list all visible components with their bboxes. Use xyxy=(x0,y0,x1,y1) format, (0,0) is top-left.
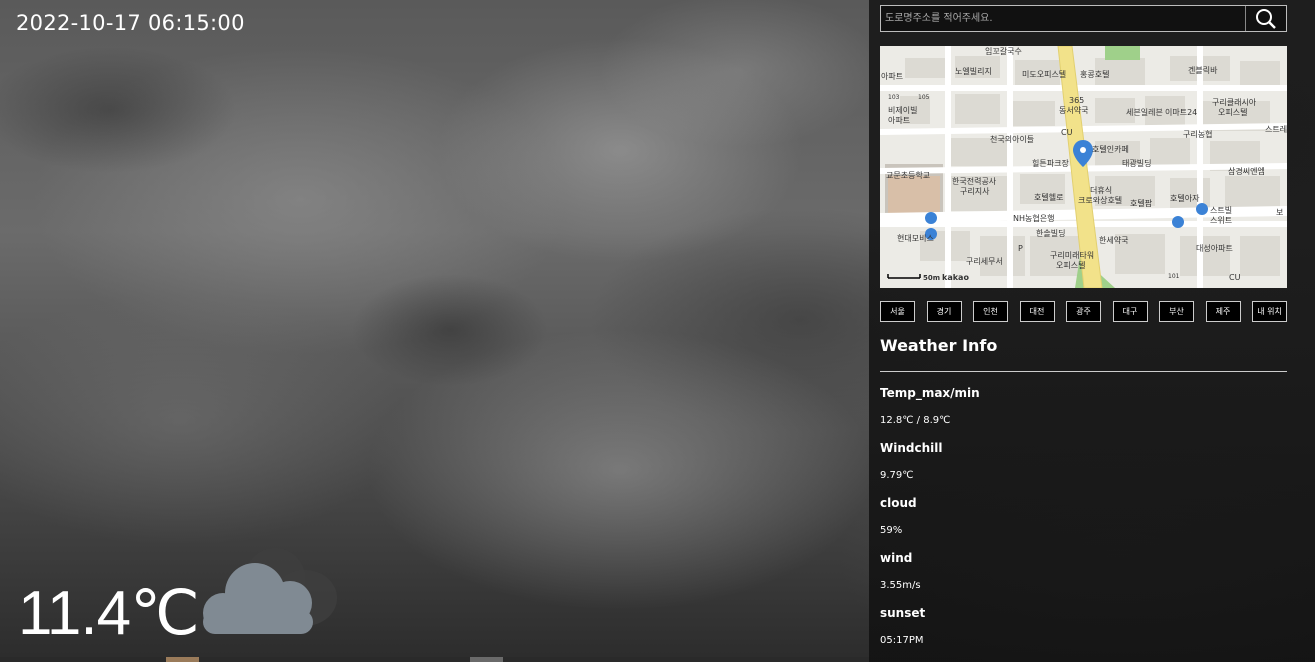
map-label: 힐튼파크장 xyxy=(1032,159,1069,168)
map-label: 홍콩호텔 xyxy=(1080,70,1110,79)
windchill-label: Windchill xyxy=(880,441,943,455)
temp-max-min-label: Temp_max/min xyxy=(880,386,980,400)
map-label: 101 xyxy=(1168,273,1180,280)
map-label: 겐블릭바 xyxy=(1188,66,1218,75)
map-label: 임꼬갈국수 xyxy=(985,47,1022,56)
sunset-value: 05:17PM xyxy=(880,635,924,646)
map-label: 삼경씨엔엠 xyxy=(1228,167,1265,176)
map-label: 미도오피스텔 xyxy=(1022,70,1067,79)
weather-info-title: Weather Info xyxy=(880,336,998,355)
search-icon xyxy=(1256,8,1276,29)
map-label: 105 xyxy=(918,94,930,101)
map-label: 호텔헬로 xyxy=(1034,193,1064,202)
address-search-bar xyxy=(880,5,1287,32)
map-label: 크로와상호텔 xyxy=(1078,196,1123,205)
region-button-busan[interactable]: 부산 xyxy=(1159,301,1194,322)
map-label: 호텔팝 xyxy=(1130,199,1153,208)
map-scale-label: 50m xyxy=(923,274,941,282)
map-label: 호텔아자 xyxy=(1170,194,1200,203)
cloud-label: cloud xyxy=(880,496,917,510)
wind-label: wind xyxy=(880,551,913,565)
map-label: 보 xyxy=(1276,208,1284,217)
address-search-input[interactable] xyxy=(881,6,1247,31)
map-label: 스트레 xyxy=(1265,125,1287,134)
region-button-incheon[interactable]: 인천 xyxy=(973,301,1008,322)
region-button-jeju[interactable]: 제주 xyxy=(1205,301,1241,322)
location-map[interactable]: 임꼬갈국수 아파트 노엘빌리지 미도오피스텔 홍콩호텔 겐블릭바 103 105… xyxy=(880,46,1287,288)
windchill-value: 9.79℃ xyxy=(880,470,914,481)
bottom-strip xyxy=(0,657,870,662)
current-datetime: 2022-10-17 06:15:00 xyxy=(16,11,245,35)
map-label: 365 xyxy=(1069,96,1085,105)
map-label: 구리농협 xyxy=(1183,130,1213,139)
map-label: P xyxy=(1018,244,1023,253)
map-label: 구리세무서 xyxy=(966,257,1003,266)
map-label: 세븐일레븐 xyxy=(1126,108,1163,117)
region-button-seoul[interactable]: 서울 xyxy=(880,301,915,322)
map-label: 천국의아이들 xyxy=(990,135,1035,144)
map-label: CU xyxy=(1061,128,1073,137)
region-button-gyeonggi[interactable]: 경기 xyxy=(926,301,962,322)
map-label: 구리지사 xyxy=(960,187,990,196)
region-button-gwangju[interactable]: 광주 xyxy=(1066,301,1101,322)
wind-value: 3.55m/s xyxy=(880,580,921,591)
map-label: 한솔빌딩 xyxy=(1036,229,1066,238)
map-label: 아파트 xyxy=(888,116,911,125)
map-label: CU xyxy=(1229,273,1241,282)
map-label: 노엘빌리지 xyxy=(955,67,992,76)
region-button-daejeon[interactable]: 대전 xyxy=(1019,301,1055,322)
search-button[interactable] xyxy=(1245,6,1286,31)
current-temperature-block: 11.4℃ xyxy=(18,545,200,648)
region-button-daegu[interactable]: 대구 xyxy=(1112,301,1148,322)
map-label: 오피스텔 xyxy=(1056,261,1086,270)
divider xyxy=(880,371,1287,372)
current-temperature: 11.4℃ xyxy=(18,579,200,648)
map-label: 이마트24 xyxy=(1165,108,1198,117)
cloud-icon xyxy=(203,548,337,634)
map-label: 호텔인카페 xyxy=(1092,145,1129,154)
map-label: 103 xyxy=(888,94,900,101)
map-label: 스위트 xyxy=(1210,216,1233,225)
map-label: 현대모비스 xyxy=(897,234,934,243)
map-label: 오피스텔 xyxy=(1218,108,1248,117)
my-location-button[interactable]: 내 위치 xyxy=(1252,301,1287,322)
map-label: 교문초등학교 xyxy=(886,171,931,180)
map-label: 동서약국 xyxy=(1059,106,1089,115)
map-label: 한세약국 xyxy=(1099,236,1129,245)
temp-max-min-value: 12.8℃ / 8.9℃ xyxy=(880,415,951,426)
sunset-label: sunset xyxy=(880,606,926,620)
cloud-value: 59% xyxy=(880,525,903,536)
map-brand-logo: kakao xyxy=(942,273,969,282)
map-label: 아파트 xyxy=(881,72,904,81)
map-label: NH농협은행 xyxy=(1013,214,1055,223)
side-panel: 임꼬갈국수 아파트 노엘빌리지 미도오피스텔 홍콩호텔 겐블릭바 103 105… xyxy=(869,0,1315,662)
map-label: 태광빌딩 xyxy=(1122,159,1152,168)
map-label: 대성아파트 xyxy=(1196,244,1233,253)
region-buttons: 서울 경기 인천 대전 광주 대구 부산 제주 내 위치 xyxy=(880,301,1287,322)
